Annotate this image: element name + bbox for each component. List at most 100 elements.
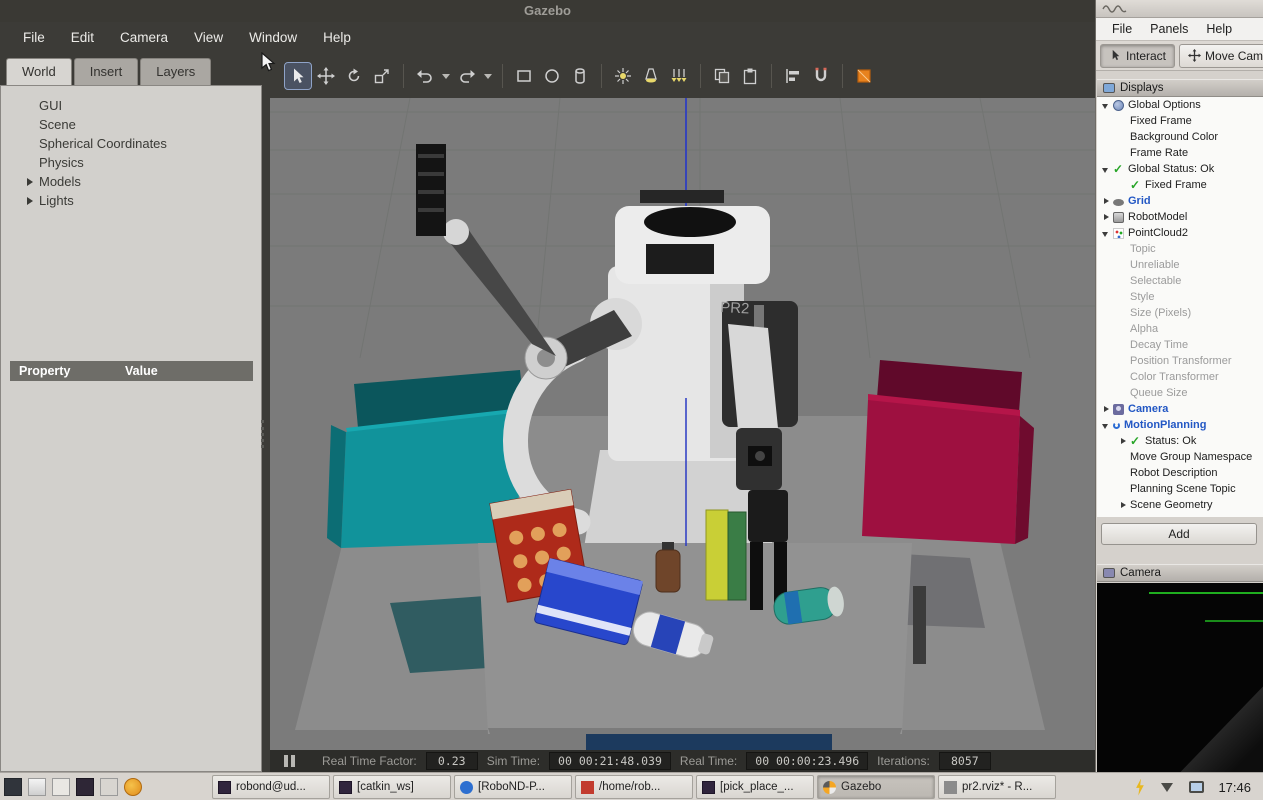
display-tree-item[interactable]: Topic: [1097, 241, 1263, 257]
spot-light-icon[interactable]: [638, 63, 664, 89]
panel-tab[interactable]: World: [6, 58, 72, 85]
menu-item[interactable]: View: [181, 22, 236, 54]
paste-icon[interactable]: [737, 63, 763, 89]
display-tree-item[interactable]: Decay Time: [1097, 337, 1263, 353]
display-tree-item[interactable]: Move Group Namespace: [1097, 449, 1263, 465]
translate-tool-icon[interactable]: [313, 63, 339, 89]
clock[interactable]: 17:46: [1218, 780, 1251, 795]
menu-item[interactable]: Edit: [58, 22, 107, 54]
display-tree-item[interactable]: RobotModel: [1097, 209, 1263, 225]
display-tree-item[interactable]: Scene Geometry: [1097, 497, 1263, 513]
expander-icon[interactable]: [1102, 405, 1111, 414]
rviz-titlebar[interactable]: [1096, 0, 1263, 18]
panel-tab[interactable]: Layers: [140, 58, 212, 85]
box-shape-icon[interactable]: [511, 63, 537, 89]
display-tree-item[interactable]: Queue Size: [1097, 385, 1263, 401]
directional-light-icon[interactable]: [666, 63, 692, 89]
redo-history-dropdown-icon[interactable]: [484, 73, 492, 79]
display-tree-item[interactable]: Fixed Frame: [1097, 113, 1263, 129]
display-tree-item[interactable]: Position Transformer: [1097, 353, 1263, 369]
display-tree-item[interactable]: Fixed Frame: [1097, 177, 1263, 193]
terminal-launcher-icon[interactable]: [76, 778, 94, 796]
taskbar-window-button[interactable]: Gazebo: [817, 775, 935, 799]
camera-panel-header[interactable]: Camera: [1097, 564, 1263, 582]
expand-arrow-icon[interactable]: [27, 177, 33, 186]
display-tree-item[interactable]: Robot Description: [1097, 465, 1263, 481]
taskbar-window-button[interactable]: robond@ud...: [212, 775, 330, 799]
sphere-shape-icon[interactable]: [539, 63, 565, 89]
display-tree-item[interactable]: Size (Pixels): [1097, 305, 1263, 321]
updates-icon[interactable]: [1161, 782, 1174, 792]
gazebo-titlebar[interactable]: Gazebo: [0, 0, 1095, 22]
menu-item[interactable]: Panels: [1142, 22, 1196, 36]
display-tree-item[interactable]: Planning Scene Topic: [1097, 481, 1263, 497]
select-tool-icon[interactable]: [284, 62, 312, 90]
display-tree-item[interactable]: Camera: [1097, 401, 1263, 417]
world-tree-item[interactable]: Physics: [1, 153, 261, 172]
add-display-button[interactable]: Add: [1101, 523, 1257, 545]
right-dropbox-red[interactable]: [862, 360, 1034, 544]
object-green-box[interactable]: [705, 509, 747, 601]
display-tree-item[interactable]: MotionPlanning: [1097, 417, 1263, 433]
camera-view[interactable]: [1097, 583, 1263, 772]
redo-icon[interactable]: [454, 63, 480, 89]
show-desktop-icon[interactable]: [4, 778, 22, 796]
panel-resize-handle[interactable]: [261, 420, 264, 448]
expander-icon[interactable]: [1102, 229, 1111, 238]
display-tree-item[interactable]: PointCloud2: [1097, 225, 1263, 241]
rotate-tool-icon[interactable]: [341, 63, 367, 89]
expand-arrow-icon[interactable]: [27, 196, 33, 205]
world-tree-item[interactable]: Lights: [1, 191, 261, 210]
snap-icon[interactable]: [808, 63, 834, 89]
taskbar-window-button[interactable]: [catkin_ws]: [333, 775, 451, 799]
taskbar-window-button[interactable]: [RoboND-P...: [454, 775, 572, 799]
world-tree-item[interactable]: Models: [1, 172, 261, 191]
world-tree-item[interactable]: Spherical Coordinates: [1, 134, 261, 153]
display-tree-item[interactable]: Style: [1097, 289, 1263, 305]
expander-icon[interactable]: [1102, 421, 1111, 430]
interact-tool-button[interactable]: Interact: [1100, 43, 1176, 68]
display-tree-item[interactable]: Background Color: [1097, 129, 1263, 145]
display-tree-item[interactable]: Global Options: [1097, 97, 1263, 113]
move-camera-tool-button[interactable]: Move Camera: [1179, 43, 1263, 68]
text-editor-icon[interactable]: [100, 778, 118, 796]
cylinder-shape-icon[interactable]: [567, 63, 593, 89]
world-tree-item[interactable]: GUI: [1, 96, 261, 115]
taskbar-window-button[interactable]: [pick_place_...: [696, 775, 814, 799]
display-tree-item[interactable]: Alpha: [1097, 321, 1263, 337]
panel-tab[interactable]: Insert: [73, 58, 139, 85]
power-icon[interactable]: [1136, 778, 1144, 796]
value-column-header[interactable]: Value: [125, 364, 158, 378]
menu-item[interactable]: Camera: [107, 22, 181, 54]
menu-item[interactable]: File: [1104, 22, 1140, 36]
scale-tool-icon[interactable]: [369, 63, 395, 89]
file-manager-icon[interactable]: [52, 778, 70, 796]
menu-item[interactable]: Help: [310, 22, 364, 54]
gazebo-launcher-icon[interactable]: [124, 778, 142, 796]
taskbar-window-button[interactable]: pr2.rviz* - R...: [938, 775, 1056, 799]
expander-icon[interactable]: [1102, 197, 1111, 206]
expander-icon[interactable]: [1119, 501, 1128, 510]
world-tree-item[interactable]: Scene: [1, 115, 261, 134]
taskbar-window-button[interactable]: /home/rob...: [575, 775, 693, 799]
undo-history-dropdown-icon[interactable]: [442, 73, 450, 79]
display-tree-item[interactable]: Status: Ok: [1097, 433, 1263, 449]
pause-button[interactable]: [284, 755, 295, 767]
display-tree-item[interactable]: Unreliable: [1097, 257, 1263, 273]
display-icon[interactable]: [1189, 781, 1205, 793]
display-tree-item[interactable]: Grid: [1097, 193, 1263, 209]
display-tree-item[interactable]: Global Status: Ok: [1097, 161, 1263, 177]
expander-icon[interactable]: [1102, 165, 1111, 174]
gazebo-3d-viewport[interactable]: PR2: [270, 98, 1095, 750]
undo-icon[interactable]: [412, 63, 438, 89]
expander-icon[interactable]: [1102, 101, 1111, 110]
display-tree-item[interactable]: Color Transformer: [1097, 369, 1263, 385]
copy-icon[interactable]: [709, 63, 735, 89]
menu-item[interactable]: Help: [1198, 22, 1240, 36]
view-angle-icon[interactable]: [851, 63, 877, 89]
align-icon[interactable]: [780, 63, 806, 89]
window-list-icon[interactable]: [28, 778, 46, 796]
display-tree-item[interactable]: Selectable: [1097, 273, 1263, 289]
displays-panel-header[interactable]: Displays: [1097, 79, 1263, 97]
expander-icon[interactable]: [1102, 213, 1111, 222]
